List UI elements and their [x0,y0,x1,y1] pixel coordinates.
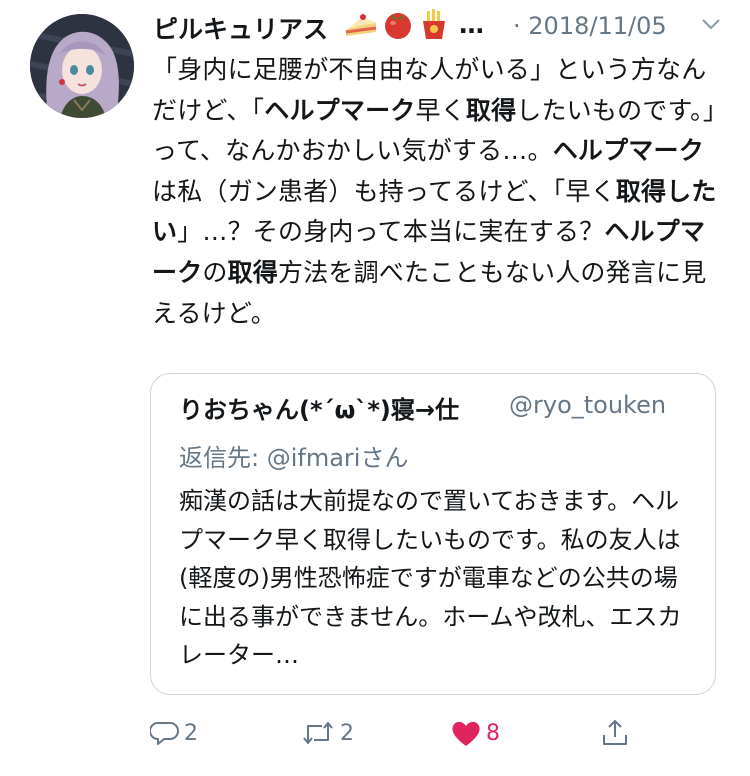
like-count: 8 [486,720,500,746]
retweet-button[interactable]: 2 [300,718,354,748]
bold-keyword: ヘルプマーク [264,95,416,125]
cake-icon [345,14,377,36]
tweet-text: 「身内に足腰が不自由な人がいる」という方なんだけど、「ヘルプマーク早く取得したい… [152,50,722,334]
avatar-illustration [30,14,134,118]
reply-icon [150,722,179,745]
quoted-text: 痴漢の話は大前提なので置いておきます。ヘルプマーク早く取得したいものです。私の友… [179,487,682,670]
date-value: 2018/11/05 [528,12,667,40]
tomato-icon [385,13,411,39]
reply-button[interactable]: 2 [150,718,198,748]
chevron-down-icon[interactable] [701,16,721,35]
share-button[interactable] [600,718,630,748]
tweet-date[interactable]: · 2018/11/05 [513,12,667,40]
quoted-reply-to: 返信先: @ifmariさん [179,438,408,473]
bold-keyword: 取得 [465,95,517,125]
date-separator: · [513,12,521,40]
text-segment: は私（ガン患者）も持ってるけど、「早く [152,176,616,206]
bold-keyword: 取得 [227,257,279,287]
reply-to-suffix: さん [360,444,409,472]
like-button[interactable]: 8 [450,718,500,748]
share-icon [603,720,627,745]
text-segment: 早く [415,95,466,125]
action-bar: 2 2 8 [150,718,650,762]
display-name[interactable]: ピルキュリアス [153,10,328,46]
retweet-count: 2 [340,720,354,746]
name-truncation: … [459,10,484,39]
quoted-author-handle: @ryo_touken [509,391,667,419]
bold-keyword: ヘルプマーク [552,136,704,166]
reply-to-prefix: 返信先: [179,444,267,472]
quoted-author-name: りおちゃん(*´ω`*)寝→仕 [179,396,460,424]
name-emojis [343,8,451,40]
tweet-header: ピルキュリアス … · 2018/11/05 [153,6,743,46]
avatar[interactable] [30,14,134,118]
fries-icon [423,9,445,39]
text-segment: 」…？その身内って本当に実在する？ [177,217,605,247]
quoted-tweet[interactable]: りおちゃん(*´ω`*)寝→仕 @ryo_touken 返信先: @ifmari… [150,373,716,695]
reply-count: 2 [184,720,198,746]
reply-to-handle[interactable]: @ifmari [267,444,361,472]
heart-icon [452,721,480,746]
retweet-icon [303,722,333,744]
text-segment: の [202,257,228,287]
